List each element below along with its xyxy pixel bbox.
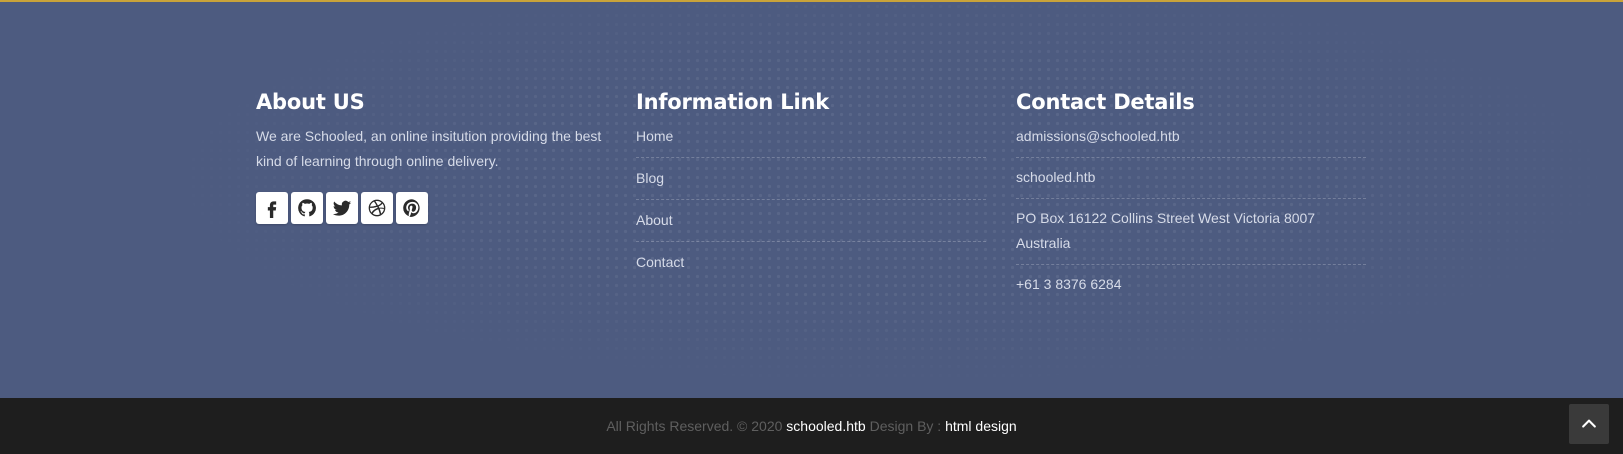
pinterest-icon (403, 199, 420, 217)
contact-website[interactable]: schooled.htb (1016, 158, 1366, 199)
scroll-to-top-button[interactable] (1569, 404, 1609, 444)
designer-link[interactable]: html design (945, 418, 1017, 434)
github-icon (298, 199, 316, 217)
about-column: About US We are Schooled, an online insi… (256, 90, 616, 224)
contact-address: PO Box 16122 Collins Street West Victori… (1016, 199, 1366, 265)
information-links: Home Blog About Contact (636, 124, 986, 283)
about-title: About US (256, 90, 365, 114)
contact-email[interactable]: admissions@schooled.htb (1016, 124, 1366, 158)
social-links (256, 192, 616, 224)
facebook-icon (267, 201, 277, 218)
copyright-bar: All Rights Reserved. © 2020 schooled.htb… (0, 398, 1623, 454)
pinterest-link[interactable] (396, 192, 428, 224)
footer-main: About US We are Schooled, an online insi… (0, 0, 1623, 398)
contact-title: Contact Details (1016, 90, 1195, 114)
facebook-link[interactable] (256, 192, 288, 224)
design-by-label: Design By : (869, 418, 942, 434)
contact-phone: +61 3 8376 6284 (1016, 276, 1122, 292)
copyright-prefix: All Rights Reserved. © 2020 (606, 418, 783, 434)
dribbble-link[interactable] (361, 192, 393, 224)
twitter-icon (332, 200, 352, 216)
contact-column: Contact Details admissions@schooled.htb … (1016, 90, 1366, 305)
dribbble-icon (368, 199, 386, 217)
github-link[interactable] (291, 192, 323, 224)
link-home[interactable]: Home (636, 124, 986, 158)
chevron-up-icon (1582, 419, 1596, 428)
link-blog[interactable]: Blog (636, 158, 986, 200)
copyright-site-link[interactable]: schooled.htb (786, 418, 865, 434)
link-about[interactable]: About (636, 200, 986, 242)
information-title: Information Link (636, 90, 829, 114)
about-text: We are Schooled, an online insitution pr… (256, 128, 602, 169)
contact-list: admissions@schooled.htb schooled.htb PO … (1016, 124, 1366, 305)
link-contact[interactable]: Contact (636, 242, 986, 283)
information-column: Information Link Home Blog About Contact (636, 90, 986, 283)
twitter-link[interactable] (326, 192, 358, 224)
